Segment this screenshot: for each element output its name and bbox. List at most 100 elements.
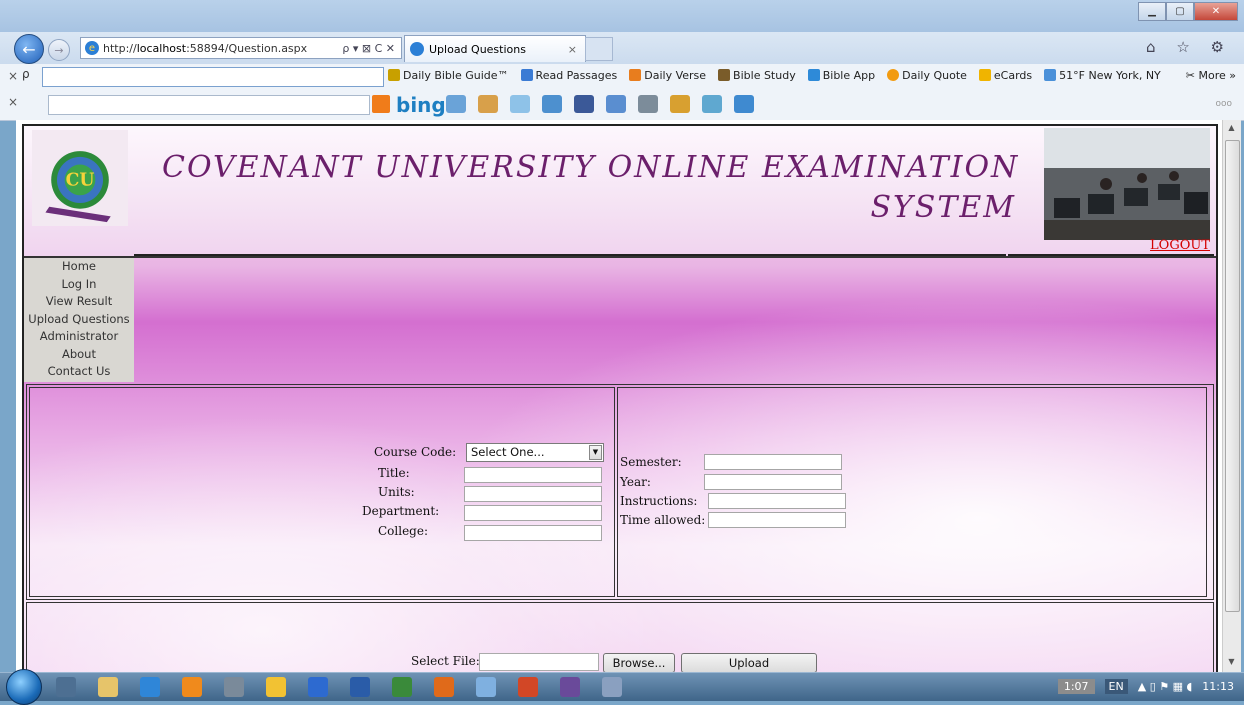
instructions-label: Instructions:: [620, 494, 698, 508]
show-desktop-icon[interactable]: [56, 677, 76, 697]
toolbar-item-ecards[interactable]: eCards: [978, 69, 1033, 82]
scroll-down-icon[interactable]: ▼: [1225, 657, 1238, 669]
visual-studio-icon[interactable]: [560, 677, 580, 697]
minimize-button[interactable]: ▁: [1138, 2, 1166, 21]
close-window-button[interactable]: ✕: [1194, 2, 1238, 21]
toolbar-item-label: Read Passages: [535, 69, 618, 82]
header-divider-right: [1008, 254, 1214, 256]
word-icon[interactable]: [350, 677, 370, 697]
browse-button[interactable]: Browse...: [603, 653, 675, 672]
people-icon[interactable]: [702, 95, 722, 113]
bing-logo[interactable]: bing: [396, 93, 446, 117]
toolbar-item-bible-study[interactable]: Bible Study: [718, 69, 796, 82]
read-passages-icon: [520, 69, 533, 81]
shopping-icon[interactable]: [478, 95, 498, 113]
window-controls: ▁ ▢ ✕: [1138, 2, 1238, 21]
movie-maker-icon[interactable]: [224, 677, 244, 697]
vlc-icon[interactable]: [182, 677, 202, 697]
notepad-icon[interactable]: [476, 677, 496, 697]
arrow-right-icon: →: [54, 43, 64, 57]
weather-cloud-icon[interactable]: [510, 95, 530, 113]
facebook-icon[interactable]: [574, 95, 594, 113]
department-input[interactable]: [464, 505, 602, 521]
bing-toolbar-overflow[interactable]: ooo: [1215, 99, 1232, 109]
course-code-select[interactable]: Select One... ▼: [466, 443, 604, 462]
new-tab-button[interactable]: [585, 37, 613, 61]
bing-search-input[interactable]: [48, 95, 370, 115]
language-indicator[interactable]: EN: [1104, 679, 1128, 694]
maximize-button[interactable]: ▢: [1166, 2, 1194, 21]
tab-upload-questions[interactable]: Upload Questions ×: [404, 35, 586, 62]
year-input[interactable]: [704, 474, 842, 490]
toolbar-item-weather[interactable]: 51°F New York, NY: [1044, 69, 1161, 82]
scrollbar-thumb[interactable]: [1225, 140, 1240, 612]
messenger-icon[interactable]: [266, 677, 286, 697]
toolbar-search-input[interactable]: [42, 67, 384, 87]
menu-item-view-result[interactable]: View Result: [24, 293, 134, 311]
college-input[interactable]: [464, 525, 602, 541]
toolbar-item-daily-verse[interactable]: Daily Verse: [629, 69, 706, 82]
units-input[interactable]: [464, 486, 602, 502]
internet-explorer-icon[interactable]: [140, 677, 160, 697]
back-button[interactable]: ←: [14, 34, 44, 64]
instructions-input[interactable]: [708, 493, 846, 509]
year-label: Year:: [620, 475, 651, 489]
bible-toolbar-items: Daily Bible Guide™ Read Passages Daily V…: [388, 69, 1161, 82]
clock[interactable]: 11:13: [1202, 680, 1234, 693]
upload-button[interactable]: Upload: [681, 653, 817, 672]
toolbar-item-label: eCards: [993, 69, 1033, 82]
ecards-icon: [978, 69, 991, 81]
excel-icon[interactable]: [392, 677, 412, 697]
site-header: CU COVENANT UNIVERSITY ONLINE EXAMINATIO…: [24, 126, 1216, 258]
toolbar-more-button[interactable]: ✂ More »: [1186, 69, 1236, 82]
file-path-input[interactable]: [479, 653, 599, 671]
toolbar-item-daily-quote[interactable]: Daily Quote: [887, 69, 967, 82]
powerpoint-icon[interactable]: [518, 677, 538, 697]
like-icon[interactable]: [606, 95, 626, 113]
paint-icon[interactable]: [602, 677, 622, 697]
navigation-bar: ← → e http://localhost:58894/Question.as…: [0, 32, 1244, 64]
firefox-icon[interactable]: [434, 677, 454, 697]
toolbar-close-icon[interactable]: ×: [8, 69, 18, 83]
toolbar-item-daily-bible-guide[interactable]: Daily Bible Guide™: [388, 69, 509, 82]
scroll-up-icon[interactable]: ▲: [1225, 123, 1238, 135]
address-bar[interactable]: e http://localhost:58894/Question.aspx ρ…: [80, 37, 402, 59]
menu-item-about[interactable]: About: [24, 346, 134, 364]
maps-icon[interactable]: [542, 95, 562, 113]
vertical-scrollbar[interactable]: ▲ ▼: [1222, 120, 1241, 672]
question-details-form: Course Code: Select One... ▼ Title: Unit…: [26, 384, 1214, 600]
system-tray: 1:07 EN ▲ ▯ ⚑ ▦ ◖ 11:13: [1057, 679, 1234, 694]
chat-icon[interactable]: [734, 95, 754, 113]
bing-toolbar-icons: [446, 95, 754, 113]
bing-toolbar-close-icon[interactable]: ×: [8, 95, 18, 109]
taskbar-apps: [56, 677, 622, 697]
address-controls[interactable]: ρ ▾ ⊠ C ✕: [342, 42, 395, 55]
file-explorer-icon[interactable]: [98, 677, 118, 697]
scissors-icon: ✂: [1185, 69, 1199, 82]
menu-item-home[interactable]: Home: [24, 258, 134, 276]
toolbar-item-bible-app[interactable]: Bible App: [807, 69, 875, 82]
title-input[interactable]: [464, 467, 602, 483]
home-favorites-tools-icons[interactable]: ⌂ ☆ ⚙: [1146, 38, 1232, 56]
media-player-icon[interactable]: [308, 677, 328, 697]
logout-link[interactable]: LOGOUT: [1150, 238, 1210, 253]
tray-icons[interactable]: ▲ ▯ ⚑ ▦ ◖: [1138, 680, 1193, 693]
forward-button[interactable]: →: [48, 39, 70, 61]
toolbar-item-read-passages[interactable]: Read Passages: [520, 69, 618, 82]
time-allowed-input[interactable]: [708, 512, 846, 528]
menu-item-administrator[interactable]: Administrator: [24, 328, 134, 346]
menu-item-log-in[interactable]: Log In: [24, 276, 134, 294]
tab-close-button[interactable]: ×: [568, 43, 577, 56]
bing-search-button[interactable]: [372, 95, 390, 113]
menu-item-upload-questions[interactable]: Upload Questions: [24, 311, 134, 329]
menu-item-contact-us[interactable]: Contact Us: [24, 363, 134, 381]
semester-input[interactable]: [704, 454, 842, 470]
news-icon[interactable]: [446, 95, 466, 113]
title-bar: ▁ ▢ ✕: [0, 0, 1244, 32]
games-icon[interactable]: [670, 95, 690, 113]
title-line-1: COVENANT UNIVERSITY ONLINE EXAMINATION: [162, 150, 1020, 185]
chevron-down-icon: ▼: [589, 445, 602, 460]
windows-taskbar: 1:07 EN ▲ ▯ ⚑ ▦ ◖ 11:13: [0, 669, 1244, 705]
svg-text:CU: CU: [66, 171, 95, 191]
video-icon[interactable]: [638, 95, 658, 113]
